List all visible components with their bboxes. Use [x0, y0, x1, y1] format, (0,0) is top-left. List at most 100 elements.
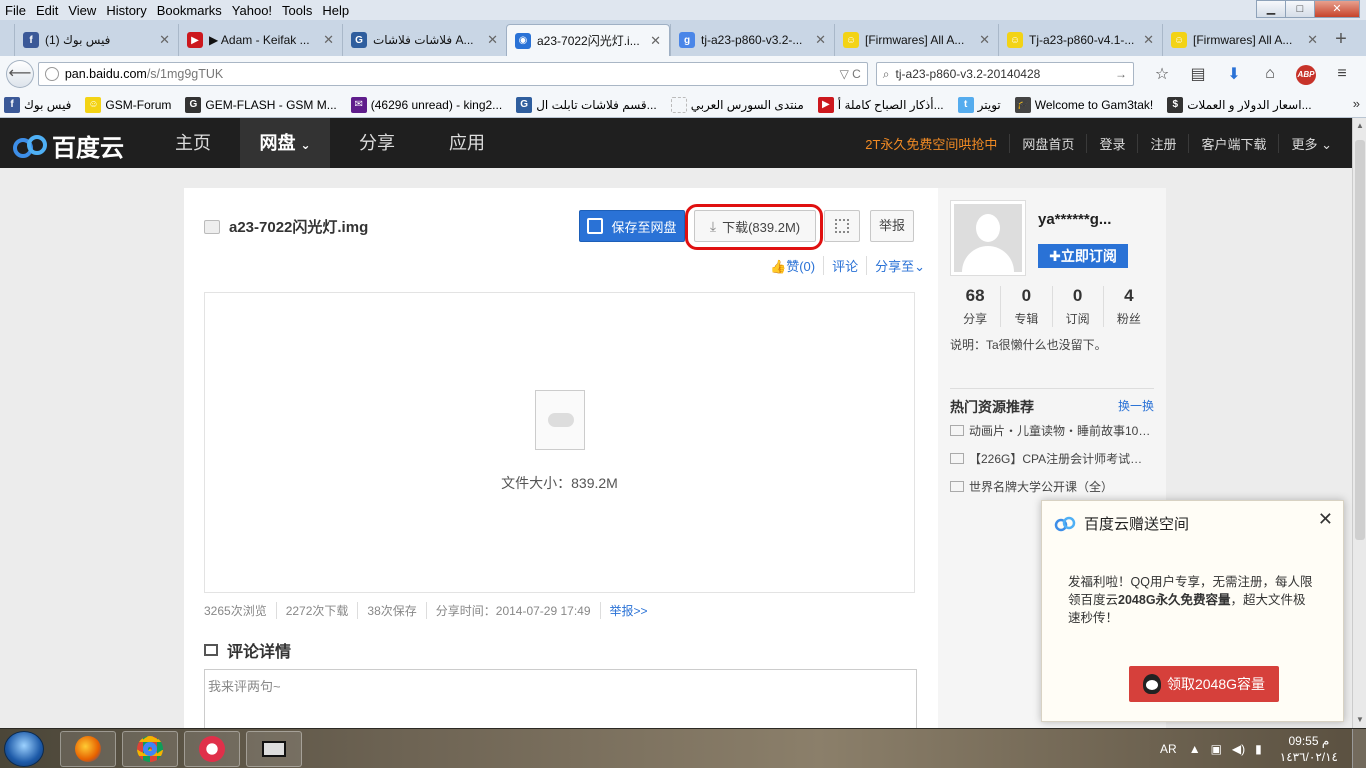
adblock-icon[interactable]: ABP — [1288, 64, 1324, 85]
tab[interactable]: ☺ Tj-a23-p860-v4.1-... ✕ — [998, 24, 1162, 56]
close-tab-icon[interactable]: ✕ — [650, 33, 661, 49]
bookmark-item[interactable]: f فيس بوك — [4, 96, 71, 113]
volume-icon[interactable]: ◀) — [1232, 742, 1245, 756]
scroll-up-icon[interactable]: ▲ — [1353, 118, 1366, 134]
tab[interactable]: G فلاشات فلاشات A... ✕ — [342, 24, 506, 56]
back-button[interactable]: ⟵ — [6, 60, 34, 88]
close-tab-icon[interactable]: ✕ — [1307, 32, 1318, 48]
navigation-bar: ⟵ pan.baidu.com /s/1mg9gTUK ▽ C ⌕ tj-a23… — [0, 56, 1366, 92]
link-netdisk-home[interactable]: 网盘首页 — [1009, 133, 1086, 153]
chrome-taskbar-button[interactable] — [122, 731, 178, 767]
bookmark-item[interactable]: $ اسعار الدولار و العملات... — [1167, 96, 1312, 113]
nav-share[interactable]: 分享 — [344, 118, 410, 168]
search-input[interactable]: tj-a23-p860-v3.2-20140428 — [896, 67, 1041, 81]
scroll-down-icon[interactable]: ▼ — [1353, 712, 1366, 728]
bookmark-item[interactable]: G GEM-FLASH - GSM M... — [185, 96, 337, 113]
menu-history[interactable]: History — [101, 3, 151, 18]
comment-link[interactable]: 评论 — [823, 256, 866, 275]
menu-file[interactable]: File — [0, 3, 31, 18]
refresh-link[interactable]: 换一换 — [1118, 397, 1154, 417]
search-go-icon[interactable]: → — [1115, 67, 1127, 81]
close-tab-icon[interactable]: ✕ — [815, 32, 826, 48]
menu-edit[interactable]: Edit — [31, 3, 63, 18]
bookmark-item[interactable]: ☺ GSM-Forum — [85, 96, 171, 113]
close-tab-icon[interactable]: ✕ — [323, 32, 334, 48]
close-icon[interactable]: ✕ — [1318, 509, 1333, 530]
clock[interactable]: 09:55 م ١٤٣٦/٠٢/١٤ — [1280, 733, 1338, 765]
close-tab-icon[interactable]: ✕ — [159, 32, 170, 48]
stat-albums[interactable]: 0 专辑 — [1000, 286, 1051, 327]
list-item[interactable]: 世界名牌大学公开课（全） — [950, 472, 1154, 500]
start-button[interactable] — [4, 731, 44, 767]
battery-icon[interactable]: ▮ — [1255, 742, 1262, 756]
menu-tools[interactable]: Tools — [277, 3, 317, 18]
link-register[interactable]: 注册 — [1137, 133, 1188, 153]
menu-bookmarks[interactable]: Bookmarks — [152, 3, 227, 18]
report-link[interactable]: 举报>> — [599, 602, 657, 619]
bookmark-item[interactable]: ▶ أذكار الصباح كاملة أ... — [817, 96, 944, 113]
bookmark-item[interactable]: منتدى السورس العربي — [670, 96, 804, 113]
app-taskbar-button[interactable] — [246, 731, 302, 767]
list-item[interactable]: 【226G】CPA注册会计师考试全… — [950, 444, 1154, 472]
downloads-icon[interactable]: ⬇ — [1216, 64, 1252, 84]
like-link[interactable]: 👍赞(0) — [762, 256, 823, 275]
list-item[interactable]: 动画片・儿童读物・睡前故事10… — [950, 416, 1154, 444]
close-tab-icon[interactable]: ✕ — [1143, 32, 1154, 48]
qr-code-button[interactable] — [824, 210, 860, 242]
bookmark-item[interactable]: 🎓 Welcome to Gam3tak! — [1014, 96, 1153, 113]
link-more[interactable]: 更多 ⌄ — [1278, 133, 1344, 153]
bookmark-star-icon[interactable]: ☆ — [1144, 64, 1180, 84]
firefox-taskbar-button[interactable] — [60, 731, 116, 767]
tab[interactable]: ☺ [Firmwares] All A... ✕ — [1162, 24, 1326, 56]
language-indicator[interactable]: AR — [1160, 742, 1177, 756]
share-to-link[interactable]: 分享至⌄ — [866, 256, 933, 275]
baidu-cloud-logo[interactable]: 百度云 — [12, 128, 124, 163]
report-button[interactable]: 举报 — [870, 210, 914, 242]
reload-icon[interactable]: ▽ C — [840, 67, 861, 81]
close-window-button[interactable]: ✕ — [1314, 0, 1360, 18]
comment-input[interactable]: 我来评两句~ — [204, 669, 917, 728]
scroll-thumb[interactable] — [1355, 140, 1365, 540]
show-hidden-icons[interactable]: ▲ — [1189, 742, 1201, 756]
bookmark-item[interactable]: G قسم فلاشات تابلت ال... — [516, 96, 657, 113]
new-tab-button[interactable]: + — [1326, 24, 1356, 56]
nav-apps[interactable]: 应用 — [434, 118, 500, 168]
subscribe-button[interactable]: ✚立即订阅 — [1038, 244, 1128, 268]
network-icon[interactable]: ▣ — [1211, 742, 1222, 756]
tab[interactable]: ▶ ▶ Adam - Keifak ... ✕ — [178, 24, 342, 56]
link-login[interactable]: 登录 — [1086, 133, 1137, 153]
bookmark-item[interactable]: ✉ (46296 unread) - king2... — [350, 96, 502, 113]
reading-list-icon[interactable]: ▤ — [1180, 64, 1216, 84]
nav-netdisk[interactable]: 网盘 ⌄ — [240, 118, 330, 168]
minimize-button[interactable]: ▁ — [1256, 0, 1286, 18]
bookmarks-overflow-icon[interactable]: » — [1353, 96, 1360, 111]
page-scrollbar[interactable]: ▲ ▼ — [1352, 118, 1366, 728]
tab[interactable]: g tj-a23-p860-v3.2-... ✕ — [670, 24, 834, 56]
tab[interactable]: ☺ [Firmwares] All A... ✕ — [834, 24, 998, 56]
close-tab-icon[interactable]: ✕ — [979, 32, 990, 48]
stat-fans[interactable]: 4 粉丝 — [1102, 286, 1154, 327]
stat-subscriptions[interactable]: 0 订阅 — [1051, 286, 1103, 327]
menu-help[interactable]: Help — [317, 3, 354, 18]
maximize-button[interactable]: □ — [1285, 0, 1315, 18]
menu-view[interactable]: View — [63, 3, 101, 18]
menu-icon[interactable]: ≡ — [1324, 65, 1360, 83]
stat-shares[interactable]: 68 分享 — [950, 286, 1000, 327]
show-desktop-button[interactable] — [1352, 729, 1366, 768]
tab[interactable]: f (1) فيس بوك ✕ — [14, 24, 178, 56]
home-icon[interactable]: ⌂ — [1252, 65, 1288, 83]
close-tab-icon[interactable]: ✕ — [487, 32, 498, 48]
promo-link[interactable]: 2T永久免费空间哄抢中 — [853, 134, 1009, 153]
nav-home[interactable]: 主页 — [160, 118, 226, 168]
url-bar[interactable]: pan.baidu.com /s/1mg9gTUK ▽ C — [37, 62, 868, 86]
avatar[interactable] — [950, 200, 1026, 276]
uploader-name[interactable]: ya******g... — [1038, 211, 1111, 228]
claim-space-button[interactable]: 领取2048G容量 — [1129, 666, 1279, 702]
bookmark-item[interactable]: t تويتر — [957, 96, 1001, 113]
link-client-download[interactable]: 客户端下载 — [1188, 133, 1278, 153]
tab[interactable]: ◉ a23-7022闪光灯.i... ✕ — [506, 24, 670, 56]
itunes-taskbar-button[interactable] — [184, 731, 240, 767]
search-bar[interactable]: ⌕ tj-a23-p860-v3.2-20140428 → — [875, 62, 1134, 86]
menu-yahoo[interactable]: Yahoo! — [227, 3, 277, 18]
save-to-netdisk-button[interactable]: 保存至网盘 — [579, 210, 685, 242]
